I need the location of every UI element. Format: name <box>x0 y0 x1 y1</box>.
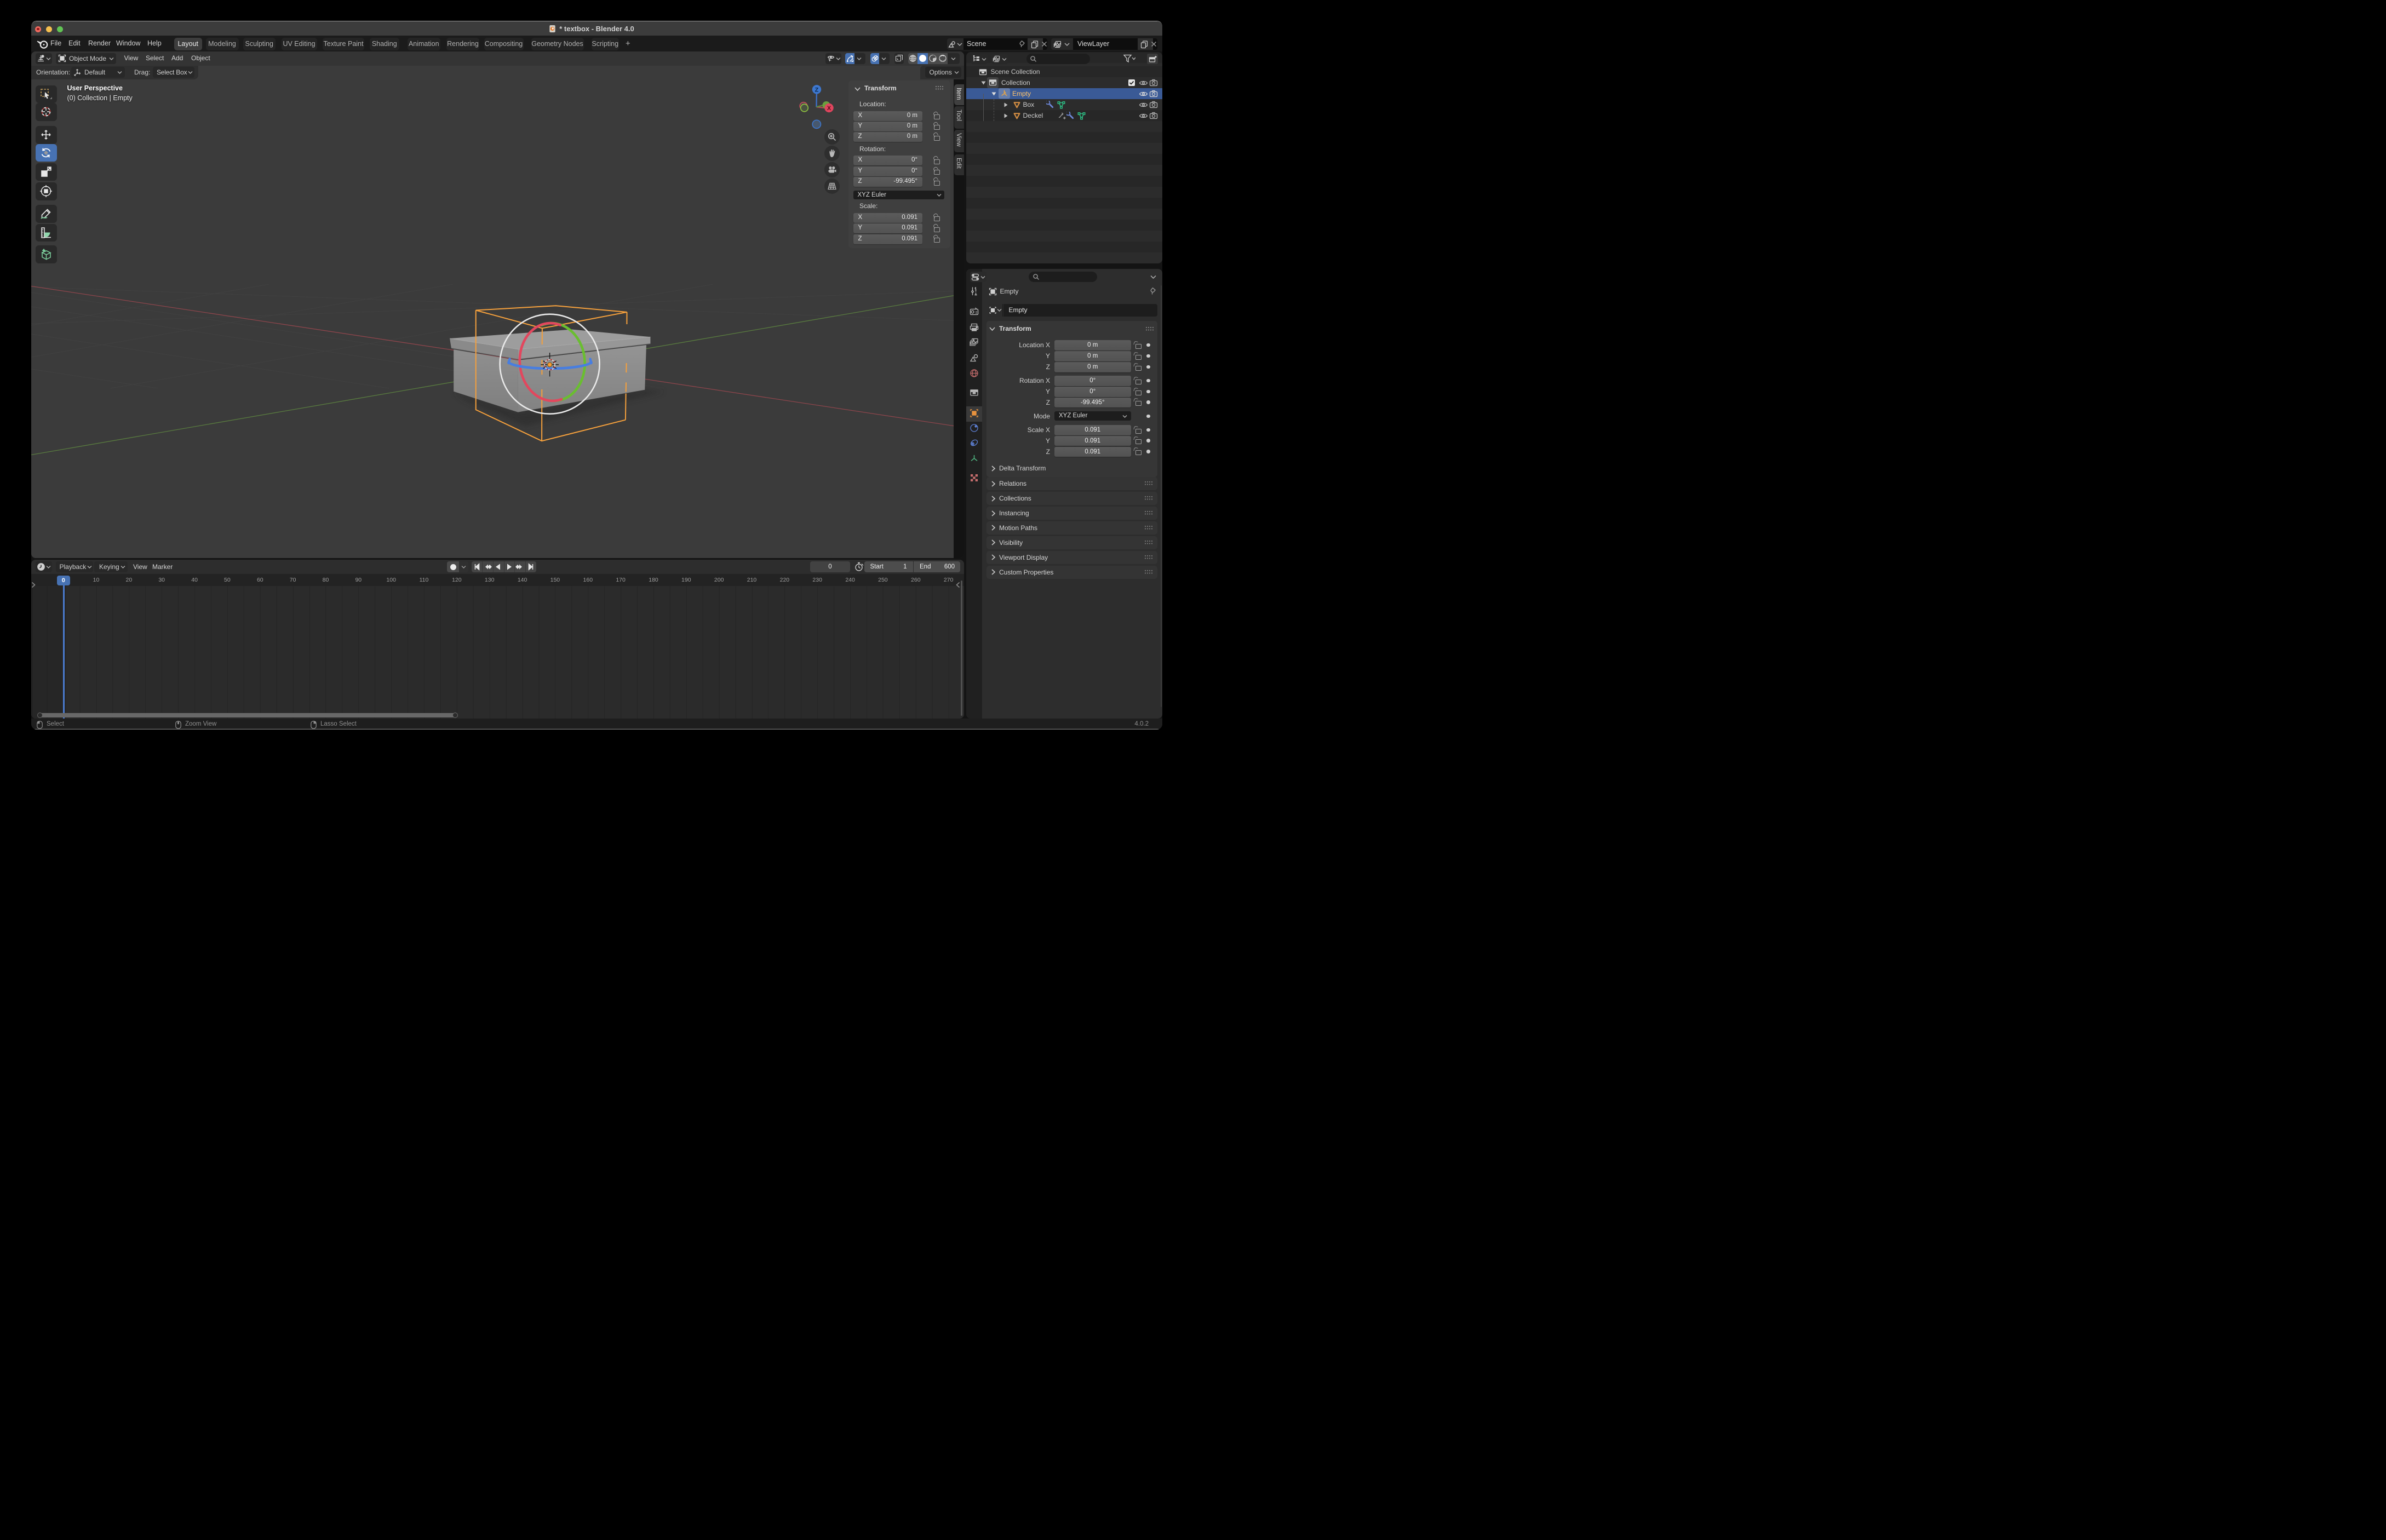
svg-text:X: X <box>827 105 831 112</box>
svg-text:Z: Z <box>815 87 819 94</box>
